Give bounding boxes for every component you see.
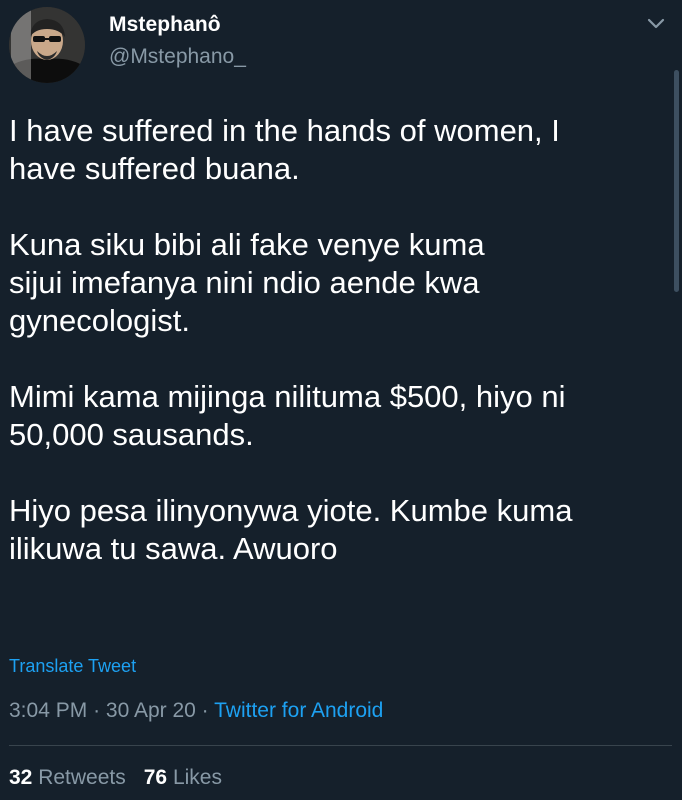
meta-separator: ·: [201, 699, 209, 722]
tweet-detail: Mstephanô @Mstephano_ I have suffered in…: [0, 0, 682, 800]
meta-separator: ·: [93, 699, 101, 722]
retweets-count: 32: [9, 766, 33, 789]
retweets-stat[interactable]: 32 Retweets: [9, 766, 126, 789]
tweet-paragraph: I have suffered in the hands of women, I…: [9, 113, 560, 186]
tweet-source-link[interactable]: Twitter for Android: [214, 699, 383, 722]
author-display-name[interactable]: Mstephanô: [109, 13, 221, 37]
author-handle[interactable]: @Mstephano_: [109, 45, 246, 69]
tweet-stats: 32 Retweets 76 Likes: [9, 766, 222, 790]
tweet-header: Mstephanô @Mstephano_: [0, 0, 682, 90]
likes-label: Likes: [172, 766, 222, 789]
tweet-date[interactable]: 30 Apr 20: [106, 699, 196, 722]
likes-stat[interactable]: 76 Likes: [144, 766, 222, 789]
divider: [9, 745, 672, 746]
retweets-label: Retweets: [38, 766, 126, 789]
avatar[interactable]: [9, 7, 85, 83]
avatar-image: [9, 7, 85, 83]
scrollbar[interactable]: [674, 70, 679, 292]
tweet-paragraph: Kuna siku bibi ali fake venye kuma sijui…: [9, 227, 485, 338]
tweet-text: I have suffered in the hands of women, I…: [9, 112, 659, 568]
tweet-paragraph: Hiyo pesa ilinyonywa yiote. Kumbe kuma i…: [9, 493, 573, 566]
translate-tweet-link[interactable]: Translate Tweet: [9, 656, 136, 677]
tweet-meta: 3:04 PM · 30 Apr 20 · Twitter for Androi…: [9, 699, 383, 723]
likes-count: 76: [143, 766, 168, 789]
tweet-time[interactable]: 3:04 PM: [9, 699, 87, 722]
chevron-down-icon[interactable]: [643, 10, 669, 36]
tweet-paragraph: Mimi kama mijinga nilituma $500, hiyo ni…: [9, 379, 566, 452]
